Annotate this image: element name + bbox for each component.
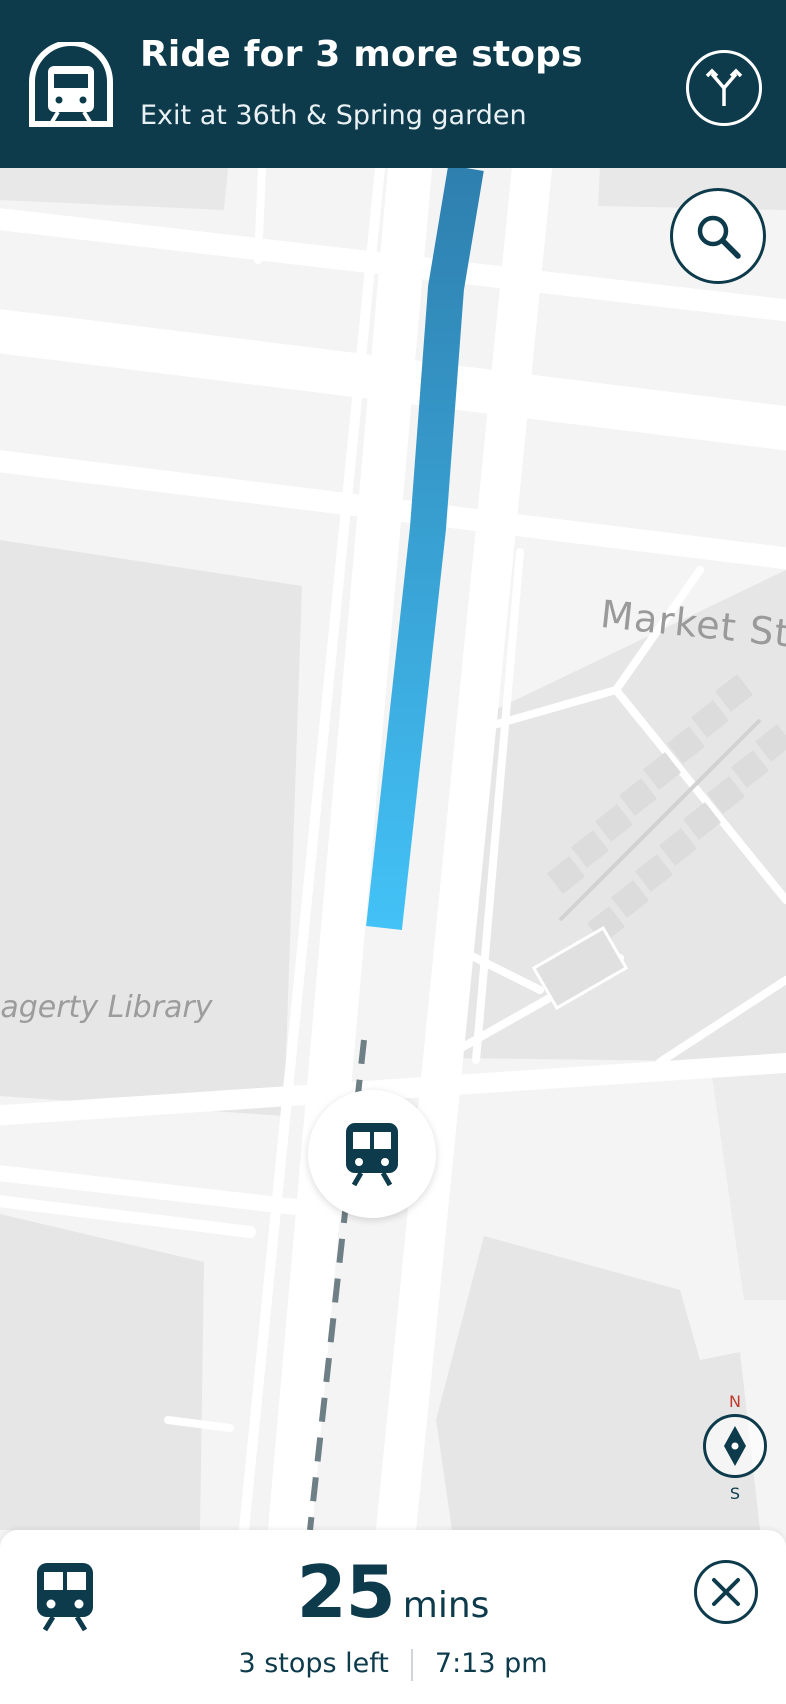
train-icon — [28, 40, 114, 128]
instruction-subtitle: Exit at 36th & Spring garden — [140, 100, 527, 131]
compass-icon — [703, 1414, 767, 1478]
train-icon — [346, 1123, 398, 1187]
eta-unit: mins — [402, 1585, 490, 1626]
current-stop-marker[interactable] — [308, 1090, 436, 1218]
poi-label: lagerty Library — [0, 990, 213, 1025]
navigation-header: Ride for 3 more stops Exit at 36th & Spr… — [0, 0, 786, 168]
eta-display: 25 mins — [0, 1550, 786, 1634]
instruction-title: Ride for 3 more stops — [140, 34, 583, 75]
map-view[interactable]: Market St lagerty Library — [0, 168, 786, 1530]
arrival-time: 7:13 pm — [434, 1648, 548, 1679]
end-trip-button[interactable] — [694, 1560, 758, 1624]
search-button[interactable] — [670, 188, 766, 284]
search-icon — [697, 215, 741, 259]
compass-south-label: S — [729, 1484, 741, 1503]
eta-value: 25 — [296, 1550, 396, 1634]
compass-north-label: N — [729, 1392, 741, 1411]
compass-button[interactable]: N S — [700, 1392, 770, 1503]
route-options-button[interactable] — [686, 50, 762, 126]
map-canvas — [0, 168, 786, 1530]
meta-divider — [410, 1648, 413, 1681]
close-icon — [712, 1578, 740, 1606]
route-fork-icon — [705, 68, 743, 106]
trip-summary-sheet[interactable]: 25 mins 3 stops left 7:13 pm — [0, 1530, 786, 1704]
stops-left: 3 stops left — [238, 1648, 389, 1679]
trip-meta: 3 stops left 7:13 pm — [0, 1648, 786, 1681]
